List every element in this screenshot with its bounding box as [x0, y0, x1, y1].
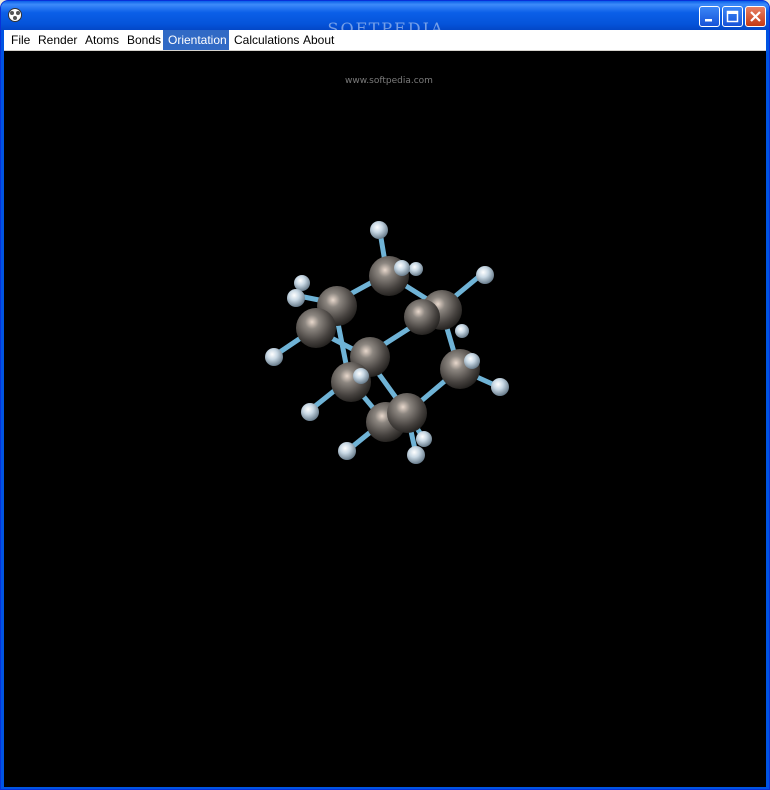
- hydrogen-atom: [294, 275, 310, 291]
- softpedia-url-watermark: www.softpedia.com: [345, 76, 433, 86]
- menu-atoms[interactable]: Atoms: [80, 30, 124, 50]
- application-window: SOFTPEDIA File Render Atoms Bonds Orient…: [0, 0, 770, 790]
- menu-bar: File Render Atoms Bonds Orientation Calc…: [4, 30, 766, 51]
- hydrogen-atom: [491, 378, 509, 396]
- carbon-atom: [404, 299, 440, 335]
- hydrogen-atom: [409, 262, 423, 276]
- hydrogen-atom: [416, 431, 432, 447]
- minimize-button[interactable]: [699, 6, 720, 27]
- menu-orientation[interactable]: Orientation: [163, 30, 229, 50]
- hydrogen-atom: [301, 403, 319, 421]
- client-area: File Render Atoms Bonds Orientation Calc…: [4, 30, 766, 787]
- hydrogen-atom: [287, 289, 305, 307]
- minimize-icon: [705, 19, 712, 22]
- menu-bonds[interactable]: Bonds: [122, 30, 166, 50]
- hydrogen-atom: [455, 324, 469, 338]
- molecule-render[interactable]: [4, 51, 766, 787]
- menu-render[interactable]: Render: [33, 30, 82, 50]
- hydrogen-atom: [394, 260, 410, 276]
- maximize-icon: [726, 10, 739, 23]
- hydrogen-atom: [464, 353, 480, 369]
- hydrogen-atom: [353, 368, 369, 384]
- hydrogen-atom: [476, 266, 494, 284]
- close-icon: [750, 11, 761, 22]
- molecule-app-icon: [8, 8, 22, 22]
- hydrogen-atom: [265, 348, 283, 366]
- carbon-atom: [387, 393, 427, 433]
- title-bar[interactable]: SOFTPEDIA: [1, 1, 769, 38]
- carbon-atom: [296, 308, 336, 348]
- hydrogen-atom: [370, 221, 388, 239]
- menu-calculations[interactable]: Calculations: [229, 30, 304, 50]
- close-button[interactable]: [745, 6, 766, 27]
- molecule-viewport[interactable]: [4, 51, 766, 787]
- menu-about[interactable]: About: [298, 30, 339, 50]
- hydrogen-atom: [338, 442, 356, 460]
- menu-file[interactable]: File: [6, 30, 35, 50]
- maximize-button[interactable]: [722, 6, 743, 27]
- hydrogen-atom: [407, 446, 425, 464]
